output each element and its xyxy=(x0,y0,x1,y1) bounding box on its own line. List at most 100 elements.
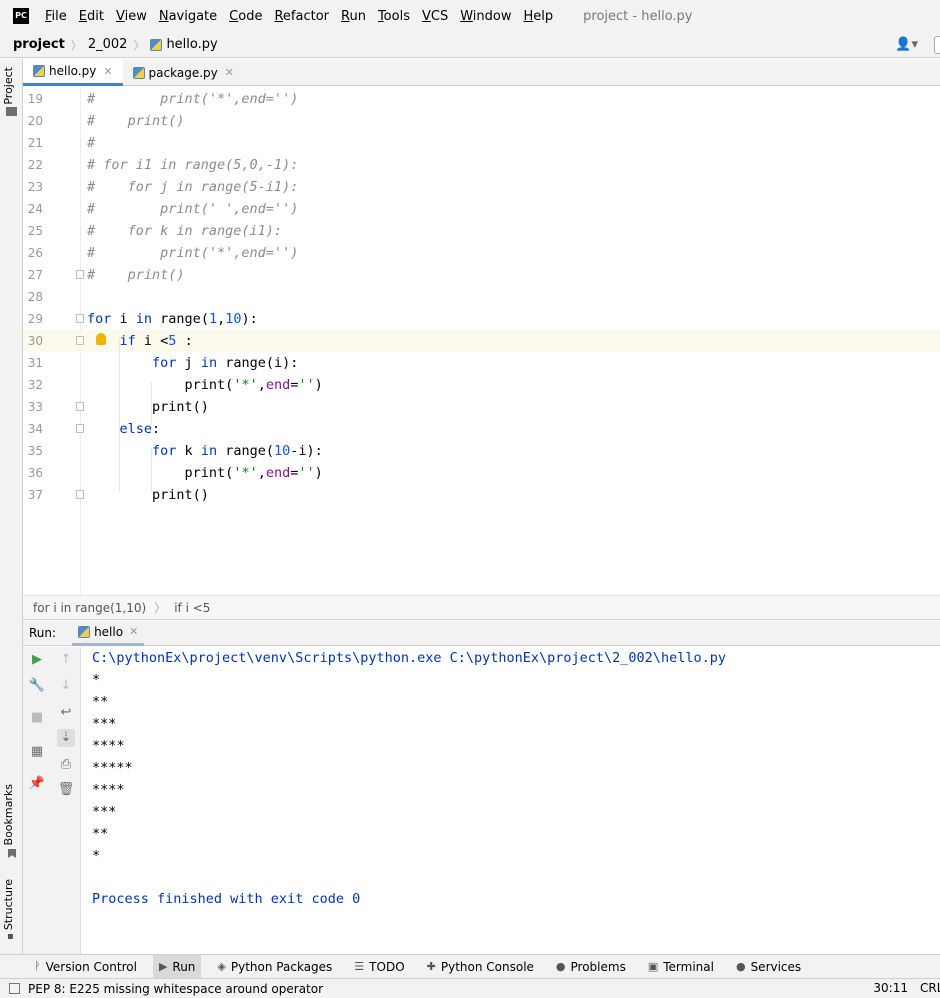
window-title: project - hello.py xyxy=(583,8,693,24)
tool-tab-problems[interactable]: ● Problems xyxy=(556,955,626,979)
menu-item-run[interactable]: Run xyxy=(341,9,366,24)
tool-tab-label: Problems xyxy=(570,959,626,974)
caret-position[interactable]: 30:11 xyxy=(873,981,908,995)
fold-marker-icon[interactable] xyxy=(76,270,84,279)
trash-icon[interactable]: 🗑 xyxy=(57,781,75,799)
run-config-selector[interactable] xyxy=(934,36,940,54)
down-arrow-icon[interactable]: ↓ xyxy=(57,677,75,695)
code-line[interactable]: 22 # for i1 in range(5,0,-1): xyxy=(23,154,940,176)
breadcrumb-folder[interactable]: 2_002 xyxy=(88,37,128,52)
code-line[interactable]: 27 # print() xyxy=(23,264,940,286)
scroll-to-end-icon[interactable]: ⇣ xyxy=(57,729,75,747)
code-line[interactable]: 29 for i in range(1,10): xyxy=(23,308,940,330)
breadcrumb-if[interactable]: if i <5 xyxy=(174,601,210,615)
menu-label: ools xyxy=(383,8,410,24)
menu-item-refactor[interactable]: Refactor xyxy=(274,9,329,24)
tab-label: hello.py xyxy=(49,64,97,78)
code-line[interactable]: 32 print('*',end='') xyxy=(23,374,940,396)
code-line[interactable]: 28 xyxy=(23,286,940,308)
status-panel-icon[interactable] xyxy=(9,983,20,994)
menu-mnemonic: V xyxy=(115,8,125,24)
chevron-right-icon: 〉 xyxy=(154,601,167,615)
menu-mnemonic: N xyxy=(158,8,169,24)
print-icon[interactable]: ⎙ xyxy=(57,756,75,774)
wrench-icon[interactable]: 🔧 xyxy=(28,677,46,695)
code-line[interactable]: 35 for k in range(10-i): xyxy=(23,440,940,462)
line-separator[interactable]: CRLF xyxy=(920,981,940,995)
fold-marker-icon[interactable] xyxy=(76,336,84,345)
up-arrow-icon[interactable]: ↑ xyxy=(57,651,75,669)
tool-tab-python-console[interactable]: ✚ Python Console xyxy=(427,955,534,979)
layout-icon[interactable]: ▦ xyxy=(28,743,46,761)
project-tool-button[interactable]: Project xyxy=(2,67,15,105)
code-token: end xyxy=(265,377,291,393)
code-text: print() xyxy=(87,396,209,418)
code-line[interactable]: 37 print() xyxy=(23,484,940,506)
code-line[interactable]: 25 # for k in range(i1): xyxy=(23,220,940,242)
status-message[interactable]: PEP 8: E225 missing whitespace around op… xyxy=(28,982,323,996)
close-icon[interactable]: ✕ xyxy=(129,625,138,638)
tool-tab-services[interactable]: ● Services xyxy=(736,955,801,979)
breadcrumb-file[interactable]: hello.py xyxy=(166,37,217,52)
tab-label: package.py xyxy=(148,65,218,80)
console-toolbar: ↑ ↓ ↩ ⇣ ⎙ 🗑 xyxy=(51,647,81,954)
tab-hello-py[interactable]: hello.py ✕ xyxy=(23,59,123,86)
close-icon[interactable]: ✕ xyxy=(103,65,112,78)
code-token: if xyxy=(119,333,136,349)
menu-item-navigate[interactable]: Navigate xyxy=(159,9,217,24)
user-account-icon[interactable]: 👤▾ xyxy=(895,37,918,52)
fold-marker-icon[interactable] xyxy=(76,424,84,433)
menu-item-edit[interactable]: Edit xyxy=(79,9,104,24)
tool-tab-python-packages[interactable]: ◈ Python Packages xyxy=(217,955,332,979)
menu-item-view[interactable]: View xyxy=(116,9,147,24)
breadcrumb-for-loop[interactable]: for i in range(1,10) xyxy=(33,601,146,615)
menu-item-tools[interactable]: Tools xyxy=(378,9,410,24)
code-line[interactable]: 34 else: xyxy=(23,418,940,440)
code-line[interactable]: 19 # print('*',end='') xyxy=(23,88,940,110)
tab-package-py[interactable]: package.py ✕ xyxy=(123,59,244,86)
code-line[interactable]: 26 # print('*',end='') xyxy=(23,242,940,264)
tool-tab-todo[interactable]: ☰ TODO xyxy=(354,955,404,979)
code-line[interactable]: 24 # print(' ',end='') xyxy=(23,198,940,220)
menu-item-vcs[interactable]: VCS xyxy=(422,9,448,24)
tool-tab-version-control[interactable]: ᚹ Version Control xyxy=(34,955,137,979)
menu-item-help[interactable]: Help xyxy=(524,9,554,24)
lightbulb-icon[interactable] xyxy=(96,333,106,345)
code-line[interactable]: 20 # print() xyxy=(23,110,940,132)
run-tab-hello[interactable]: hello ✕ xyxy=(72,621,145,646)
run-console[interactable]: C:\pythonEx\project\venv\Scripts\python.… xyxy=(82,647,940,954)
menu-label: iew xyxy=(124,8,147,24)
code-line[interactable]: 31 for j in range(i): xyxy=(23,352,940,374)
code-token: 10 xyxy=(273,443,291,459)
code-token: range( xyxy=(217,443,274,459)
code-line[interactable]: 33 print() xyxy=(23,396,940,418)
breadcrumb-project[interactable]: project xyxy=(13,37,65,52)
code-editor[interactable]: 19 # print('*',end='') 20 # print() 21 #22 # f… xyxy=(23,87,940,594)
pin-icon[interactable]: 📌 xyxy=(28,775,46,793)
bookmarks-tool-button[interactable]: Bookmarks xyxy=(2,784,15,845)
code-token: 1 xyxy=(208,311,218,327)
code-line[interactable]: 36 print('*',end='') xyxy=(23,462,940,484)
code-token: ) xyxy=(314,465,323,481)
menu-item-code[interactable]: Code xyxy=(229,9,262,24)
rerun-icon[interactable]: ▶ xyxy=(28,651,46,669)
code-line[interactable]: 30 if i <5 : xyxy=(23,330,940,352)
code-text: else: xyxy=(87,418,161,440)
fold-marker-icon[interactable] xyxy=(76,314,84,323)
close-icon[interactable]: ✕ xyxy=(225,66,234,79)
soft-wrap-icon[interactable]: ↩ xyxy=(57,704,75,722)
menu-item-file[interactable]: File xyxy=(45,9,67,24)
code-line[interactable]: 21 # xyxy=(23,132,940,154)
fold-marker-icon[interactable] xyxy=(76,490,84,499)
tool-tab-terminal[interactable]: ▣ Terminal xyxy=(648,955,714,979)
editor-tabs: hello.py ✕ package.py ✕ xyxy=(23,59,940,86)
run-tab-label: hello xyxy=(94,624,124,639)
code-token: print() xyxy=(87,487,209,503)
stop-icon[interactable]: ■ xyxy=(28,709,46,727)
code-line[interactable]: 23 # for j in range(5-i1): xyxy=(23,176,940,198)
structure-tool-button[interactable]: Structure xyxy=(2,879,15,930)
line-number: 32 xyxy=(27,378,43,392)
fold-marker-icon[interactable] xyxy=(76,402,84,411)
tool-tab-run[interactable]: ▶ Run xyxy=(152,954,202,979)
menu-item-window[interactable]: Window xyxy=(460,9,511,24)
